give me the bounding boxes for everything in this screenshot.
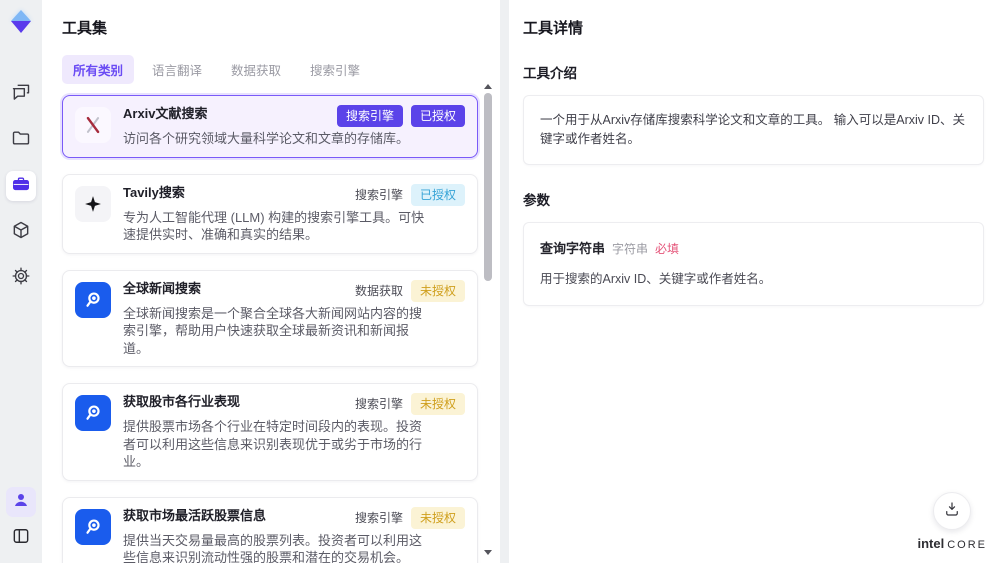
sidebar-item-settings[interactable] (6, 263, 36, 293)
search-app-icon (75, 508, 111, 545)
params-heading: 参数 (523, 192, 550, 208)
tool-card[interactable]: 获取股市各行业表现 搜索引擎 未授权 提供股票市场各个行业在特定时间段内的表现。… (62, 383, 478, 481)
search-app-icon (75, 395, 111, 432)
tool-description: 全球新闻搜索是一个聚合全球各大新闻网站内容的搜索引擎，帮助用户快速获取全球最新资… (123, 305, 423, 356)
tab-language-translation[interactable]: 语言翻译 (141, 55, 213, 84)
chat-icon (11, 82, 31, 107)
tool-name: Arxiv文献搜索 (123, 106, 208, 121)
scrollbar-up-icon[interactable] (484, 84, 492, 89)
required-badge: 必填 (655, 241, 680, 256)
page-title: 工具集 (62, 20, 108, 37)
tool-name: 获取市场最活跃股票信息 (123, 507, 267, 523)
category-badge: 搜索引擎 (336, 105, 403, 127)
cube-icon (11, 220, 31, 245)
auth-badge: 未授权 (410, 506, 465, 529)
tool-card[interactable]: 获取市场最活跃股票信息 搜索引擎 未授权 提供当天交易量最高的股票列表。投资者可… (62, 496, 478, 563)
scrollbar[interactable] (483, 84, 493, 555)
sidebar-item-models[interactable] (6, 217, 36, 247)
category-badge: 搜索引擎 (354, 187, 403, 202)
tool-list: Arxiv文献搜索 搜索引擎 已授权 访问各个研究领域大量科学论文和文章的存储库… (62, 95, 478, 563)
tavily-star-icon (75, 185, 111, 222)
auth-badge: 已授权 (410, 183, 465, 206)
app-window: 工具集 所有类别 语言翻译 数据获取 搜索引擎 Arxiv文献搜索 搜索引擎 已… (0, 0, 1000, 563)
parameter-type: 字符串 (612, 241, 649, 256)
arxiv-logo-icon (75, 107, 111, 143)
icon-sidebar (0, 0, 42, 563)
tool-description: 提供当天交易量最高的股票列表。投资者可以利用这些信息来识别流动性强的股票和潜在的… (123, 532, 423, 563)
category-tabs: 所有类别 语言翻译 数据获取 搜索引擎 (62, 55, 480, 84)
tool-card[interactable]: Arxiv文献搜索 搜索引擎 已授权 访问各个研究领域大量科学论文和文章的存储库… (62, 95, 478, 158)
intro-heading: 工具介绍 (523, 66, 577, 81)
tool-list-panel: 工具集 所有类别 语言翻译 数据获取 搜索引擎 Arxiv文献搜索 搜索引擎 已… (42, 0, 500, 563)
tool-description: 专为人工智能代理 (LLM) 构建的搜索引擎工具。可快速提供实时、准确和真实的结… (123, 209, 425, 243)
search-app-icon (75, 281, 111, 318)
parameter-name: 查询字符串 (540, 240, 606, 256)
sidebar-item-chat[interactable] (6, 79, 36, 109)
category-badge: 数据获取 (354, 283, 403, 298)
category-badge: 搜索引擎 (354, 510, 403, 525)
tab-search-engine[interactable]: 搜索引擎 (299, 55, 371, 84)
parameter-description: 用于搜索的Arxiv ID、关键字或作者姓名。 (540, 271, 772, 286)
corner-widgets: intel CORE (917, 492, 987, 553)
sidebar-item-files[interactable] (6, 125, 36, 155)
intel-core-logo: intel CORE (917, 536, 987, 551)
sidebar-item-tools[interactable] (6, 171, 36, 201)
category-badge: 搜索引擎 (354, 397, 403, 412)
user-icon (12, 491, 30, 514)
tool-name: 获取股市各行业表现 (123, 394, 241, 410)
detail-title: 工具详情 (523, 20, 584, 37)
tool-description: 访问各个研究领域大量科学论文和文章的存储库。 (123, 131, 410, 146)
settings-gear-icon (11, 266, 31, 291)
tool-name: Tavily搜索 (123, 184, 185, 200)
download-button[interactable] (933, 492, 972, 530)
tab-data-acquisition[interactable]: 数据获取 (220, 55, 292, 84)
tool-detail-panel: 工具详情 工具介绍 一个用于从Arxiv存储库搜索科学论文和文章的工具。 输入可… (509, 0, 1000, 563)
tool-card[interactable]: Tavily搜索 搜索引擎 已授权 专为人工智能代理 (LLM) 构建的搜索引擎… (62, 173, 478, 254)
folder-icon (11, 128, 31, 153)
toolbox-icon (11, 174, 31, 199)
scrollbar-thumb[interactable] (484, 93, 492, 281)
tool-card[interactable]: 全球新闻搜索 数据获取 未授权 全球新闻搜索是一个聚合全球各大新闻网站内容的搜索… (62, 269, 478, 368)
sidebar-item-account[interactable] (6, 487, 36, 517)
auth-badge: 未授权 (410, 393, 465, 416)
sidebar-item-collapse[interactable] (6, 523, 36, 553)
tool-description: 提供股票市场各个行业在特定时间段内的表现。投资者可以利用这些信息来识别表现优于或… (123, 419, 423, 470)
app-logo-icon (8, 9, 34, 35)
download-icon (943, 500, 961, 523)
panel-toggle-icon (11, 526, 31, 551)
tab-all-categories[interactable]: 所有类别 (62, 55, 135, 84)
intro-text: 一个用于从Arxiv存储库搜索科学论文和文章的工具。 输入可以是Arxiv ID… (523, 95, 984, 165)
auth-badge: 已授权 (410, 105, 465, 127)
auth-badge: 未授权 (410, 279, 465, 302)
scrollbar-down-icon[interactable] (484, 550, 492, 555)
tool-name: 全球新闻搜索 (123, 280, 202, 296)
parameter-item: 查询字符串 字符串 必填 用于搜索的Arxiv ID、关键字或作者姓名。 (523, 221, 984, 306)
